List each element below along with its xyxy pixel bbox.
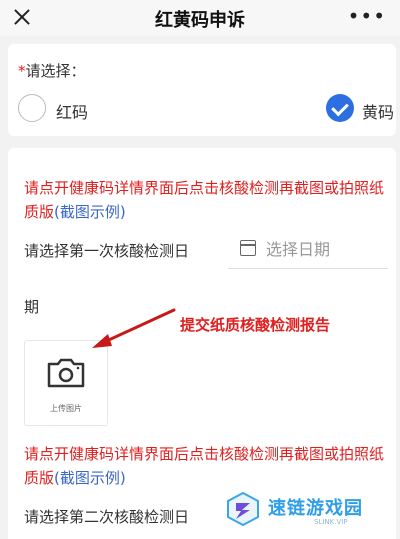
watermark-text: 速链游戏园 xyxy=(268,498,363,519)
first-test-date-label: 请选择第一次核酸检测日 xyxy=(24,242,190,260)
camera-icon xyxy=(47,358,85,388)
annotation-arrow xyxy=(92,308,176,348)
radio-yellow-code[interactable] xyxy=(326,94,354,122)
second-test-date-label: 请选择第二次核酸检测日 xyxy=(24,508,190,526)
first-test-date-label-cont: 期 xyxy=(24,298,40,316)
radio-label-red-code[interactable]: 红码 xyxy=(56,99,88,123)
watermark-logo-icon xyxy=(227,492,259,526)
page-title: 红黄码申诉 xyxy=(155,10,245,31)
annotation-text: 提交纸质核酸检测报告 xyxy=(180,316,331,334)
radio-label-yellow-code[interactable]: 黄码 xyxy=(362,99,394,123)
code-type-label: *请选择： xyxy=(18,62,86,80)
upload-label: 上传图片 xyxy=(50,404,82,413)
top-bar: 红黄码申诉 ••• xyxy=(0,0,400,36)
screenshot-example-link[interactable]: (截图示例) xyxy=(54,203,126,221)
required-mark: * xyxy=(18,62,26,80)
calendar-icon xyxy=(240,240,256,256)
second-test-notice: 请点开健康码详情界面后点击核酸检测再截图或拍照纸质版(截图示例) xyxy=(24,445,385,487)
first-test-date-picker[interactable]: 选择日期 xyxy=(240,236,380,262)
watermark: 速链游戏园 SLINK.VIP xyxy=(214,484,394,536)
code-type-card: *请选择： 红码 黄码 xyxy=(8,44,396,136)
date-underline xyxy=(228,268,388,269)
screenshot-example-link-2[interactable]: (截图示例) xyxy=(54,469,126,487)
first-test-notice: 请点开健康码详情界面后点击核酸检测再截图或拍照纸质版(截图示例) xyxy=(24,179,385,221)
date-placeholder: 选择日期 xyxy=(266,240,331,259)
radio-red-code[interactable] xyxy=(18,94,46,122)
watermark-subtext: SLINK.VIP xyxy=(314,518,348,526)
more-icon[interactable]: ••• xyxy=(348,4,386,28)
